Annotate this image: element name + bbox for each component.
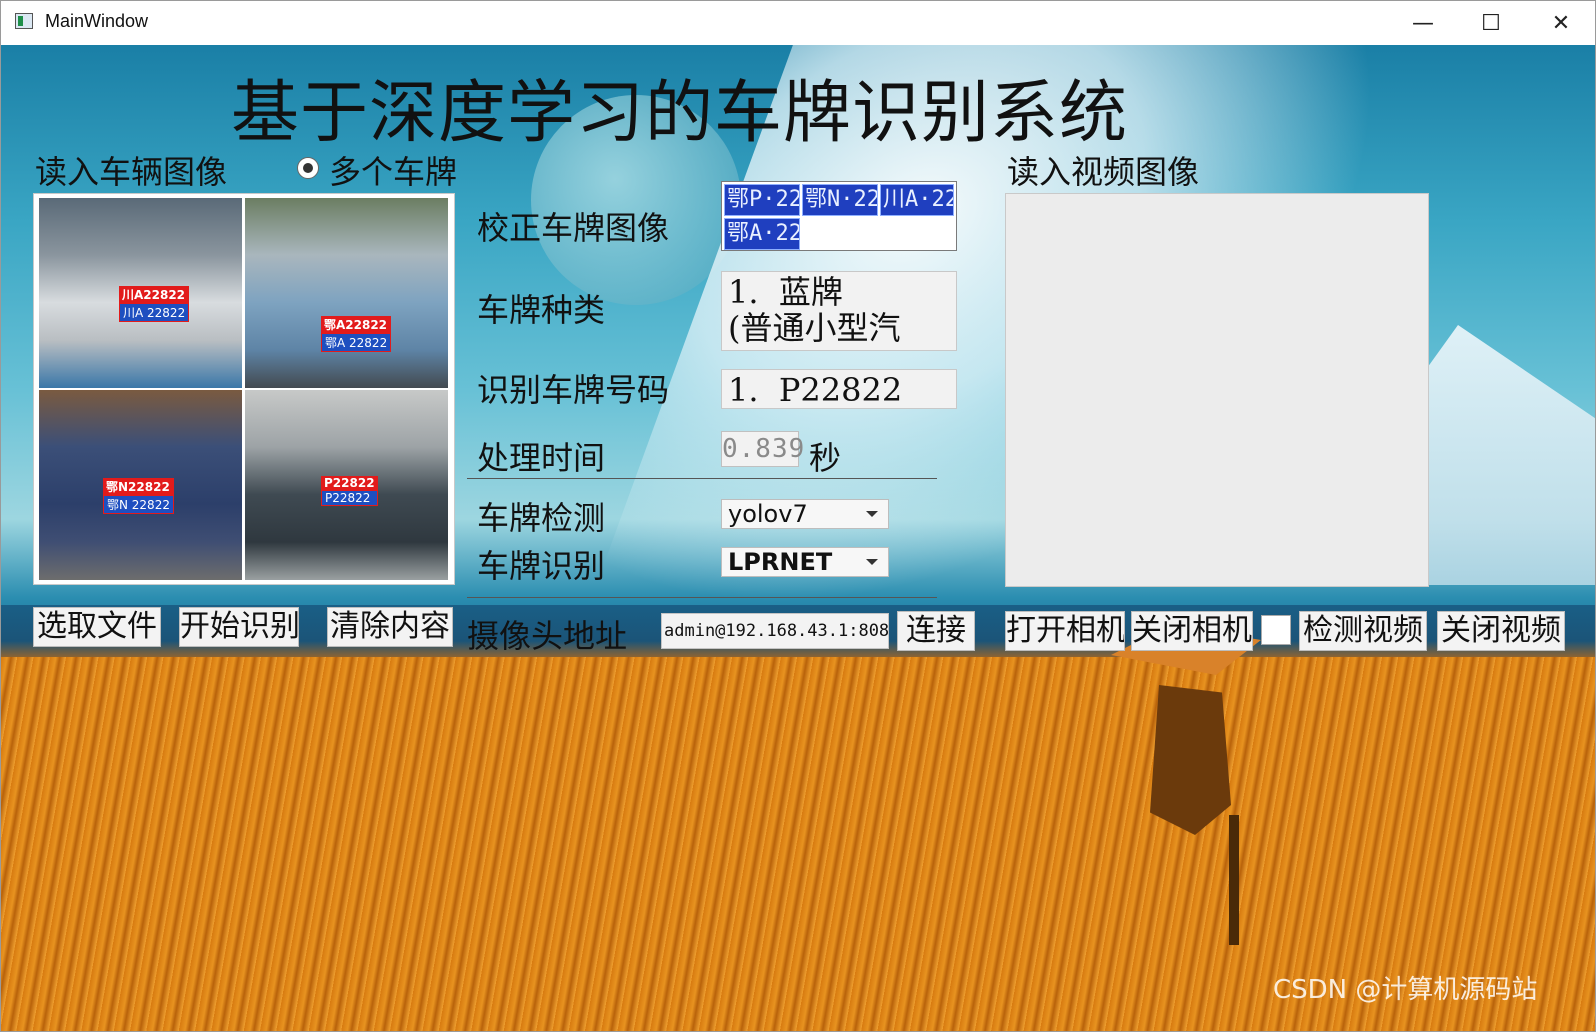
minimize-button[interactable]: —	[1389, 1, 1457, 45]
recognition-model-label: 车牌识别	[477, 547, 606, 585]
corrected-plate-label: 校正车牌图像	[477, 209, 670, 247]
car-plate-detected-1: 川A22822	[119, 286, 190, 303]
corrected-plate-1: 鄂P·22822	[724, 184, 800, 216]
car-plate-recognized-1: 川A 22822	[119, 303, 190, 322]
window-title: MainWindow	[45, 11, 149, 31]
car-plate-2: 鄂A22822 鄂A 22822	[321, 316, 392, 352]
chevron-down-icon	[866, 511, 878, 517]
corrected-plate-view: 鄂P·22822 鄂N·22822 川A·22822 鄂A·22822	[721, 181, 957, 251]
close-button[interactable]: ✕	[1527, 1, 1595, 45]
car-plate-4: P22822 P22822	[321, 476, 378, 506]
recognition-model-value: LPRNET	[728, 548, 833, 576]
select-file-button[interactable]: 选取文件	[33, 607, 161, 647]
client-area: 基于深度学习的车牌识别系统 读入车辆图像 多个车牌 川A22822 川A 228…	[1, 45, 1595, 1031]
chevron-down-icon	[866, 559, 878, 565]
processing-time-label: 处理时间	[477, 439, 606, 477]
connect-button[interactable]: 连接	[897, 611, 975, 651]
car-plate-1: 川A22822 川A 22822	[119, 286, 190, 322]
plate-type-field[interactable]: 1. 蓝牌 (普通小型汽	[721, 271, 957, 351]
car-image-4: P22822 P22822	[245, 390, 448, 580]
car-plate-3: 鄂N22822 鄂N 22822	[103, 478, 174, 514]
read-video-label: 读入视频图像	[1007, 153, 1200, 191]
clear-content-button[interactable]: 清除内容	[327, 607, 453, 647]
car-image-3: 鄂N22822 鄂N 22822	[39, 390, 242, 580]
processing-time-unit: 秒	[809, 439, 842, 477]
plate-type-label: 车牌种类	[477, 291, 606, 329]
car-plate-recognized-4: P22822	[321, 490, 378, 506]
title-bar: MainWindow — ☐ ✕	[1, 1, 1595, 45]
processing-time-display: 0.839	[721, 431, 804, 467]
car-plate-detected-3: 鄂N22822	[103, 478, 174, 495]
maximize-button[interactable]: ☐	[1457, 1, 1525, 45]
corrected-plate-3: 川A·22822	[880, 184, 954, 216]
recognition-model-select[interactable]: LPRNET	[721, 547, 889, 577]
divider-1	[467, 478, 937, 479]
camera-address-input[interactable]: admin@192.168.43.1:8081	[661, 613, 889, 649]
car-plate-recognized-2: 鄂A 22822	[321, 333, 392, 352]
close-video-button[interactable]: 关闭视频	[1437, 611, 1565, 651]
detection-model-select[interactable]: yolov7	[721, 499, 889, 529]
corrected-plate-4: 鄂A·22822	[724, 218, 800, 250]
video-checkbox[interactable]	[1261, 615, 1291, 645]
video-panel	[1005, 193, 1429, 587]
car-plate-detected-2: 鄂A22822	[321, 316, 392, 333]
divider-2	[467, 597, 937, 598]
multi-plate-radio[interactable]	[297, 157, 319, 179]
page-title: 基于深度学习的车牌识别系统	[231, 74, 1129, 153]
watermark: CSDN @计算机源码站	[1273, 975, 1538, 1005]
detection-model-label: 车牌检测	[477, 499, 606, 537]
close-camera-button[interactable]: 关闭相机	[1131, 611, 1253, 651]
plate-number-field[interactable]: 1. P22822	[721, 369, 957, 409]
multi-plate-label: 多个车牌	[329, 153, 458, 191]
car-image-2: 鄂A22822 鄂A 22822	[245, 198, 448, 388]
corrected-plate-2: 鄂N·22822	[802, 184, 878, 216]
detection-model-value: yolov7	[728, 500, 808, 528]
main-window: MainWindow — ☐ ✕ 基于深度学习的车牌识别系统 读入车辆图像 多个…	[0, 0, 1596, 1032]
vehicle-image-panel: 川A22822 川A 22822 鄂A22822 鄂A 22822 鄂N2282…	[33, 193, 455, 585]
read-image-label: 读入车辆图像	[35, 153, 228, 191]
plate-number-label: 识别车牌号码	[477, 371, 670, 409]
car-plate-recognized-3: 鄂N 22822	[103, 495, 174, 514]
car-image-1: 川A22822 川A 22822	[39, 198, 242, 388]
detect-video-button[interactable]: 检测视频	[1299, 611, 1427, 651]
open-camera-button[interactable]: 打开相机	[1005, 611, 1125, 651]
start-recognition-button[interactable]: 开始识别	[179, 607, 299, 647]
car-plate-detected-4: P22822	[321, 476, 378, 490]
app-icon	[15, 13, 33, 29]
camera-address-label: 摄像头地址	[467, 617, 628, 655]
background-scarecrow	[1111, 625, 1261, 945]
